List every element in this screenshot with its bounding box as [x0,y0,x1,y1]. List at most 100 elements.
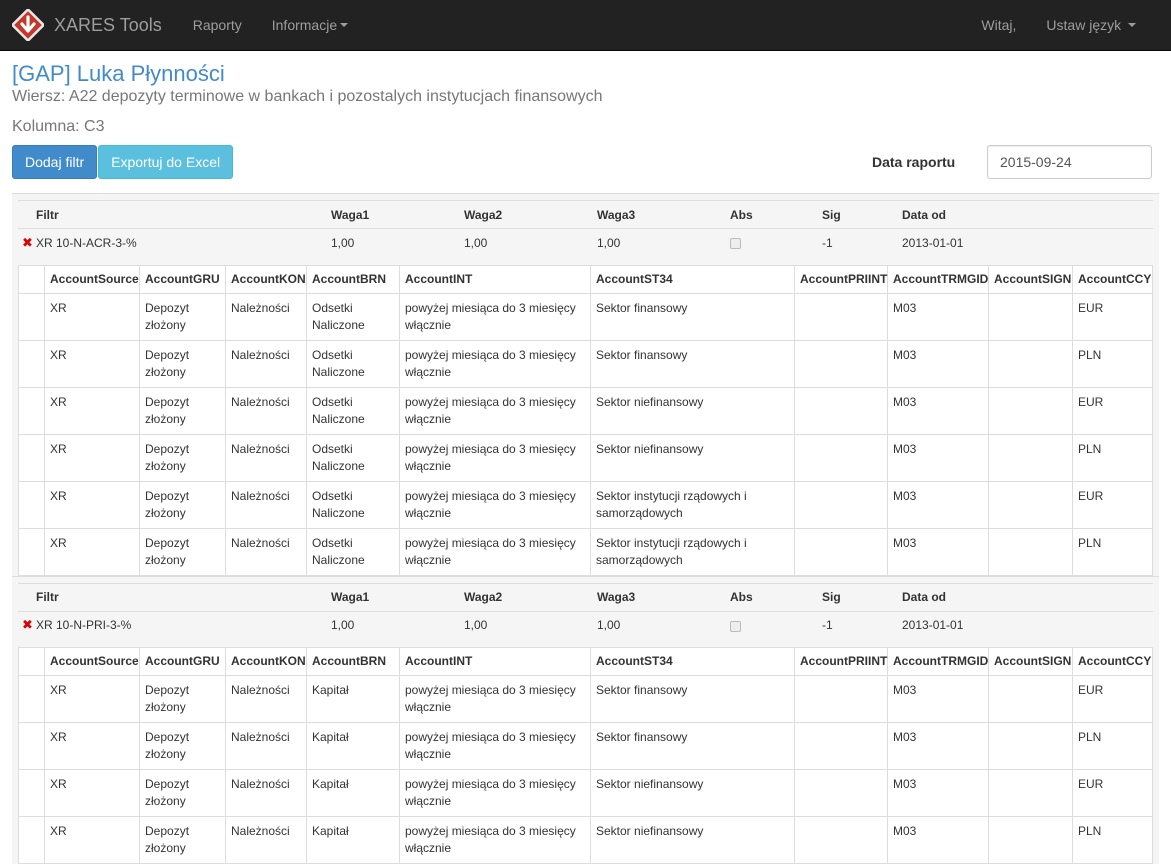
filter-table: FiltrWaga1Waga2Waga3AbsSigData od✖XR 10-… [18,200,1153,257]
table-cell [989,434,1073,481]
table-cell: EUR [1073,387,1153,434]
table-cell: Depozyt złożony [140,770,226,817]
accounts-header: AccountTRMGID [888,648,989,676]
table-cell: XR [45,676,140,723]
table-row: XRDepozyt złożonyNależnościKapitałpowyże… [19,770,1153,817]
filter-waga1: 1,00 [327,229,460,257]
table-cell: Należności [226,340,307,387]
table-cell: Depozyt złożony [140,723,226,770]
table-cell [795,676,888,723]
nav-raporty[interactable]: Raporty [178,0,257,51]
remove-filter-icon[interactable]: ✖ [22,235,33,250]
filter-header: Sig [818,201,898,229]
table-cell: Odsetki Naliczone [307,387,400,434]
accounts-header-spacer [19,265,45,293]
table-cell [989,293,1073,340]
abs-checkbox[interactable] [730,238,741,249]
table-cell: Należności [226,528,307,575]
brand-logo-icon [12,9,44,41]
accounts-header: AccountBRN [307,648,400,676]
table-cell: M03 [888,770,989,817]
table-cell: Sektor instytucji rządowych i samorządow… [591,528,795,575]
table-cell [989,340,1073,387]
table-row: XRDepozyt złożonyNależnościOdsetki Nalic… [19,434,1153,481]
table-cell: Należności [226,770,307,817]
table-cell: powyżej miesiąca do 3 miesięcy włącznie [400,528,591,575]
accounts-header: AccountINT [400,265,591,293]
filter-header: Filtr [32,201,327,229]
nav-language-label: Ustaw język [1046,17,1121,33]
table-cell [989,481,1073,528]
table-cell [989,528,1073,575]
table-cell: Odsetki Naliczone [307,340,400,387]
table-cell [19,434,45,481]
accounts-header: AccountTRMGID [888,265,989,293]
filter-waga2: 1,00 [460,229,593,257]
filter-header: Filtr [32,583,327,611]
table-cell [989,817,1073,864]
brand[interactable]: XARES Tools [12,0,162,51]
filter-header: Abs [726,201,818,229]
caret-down-icon [1128,23,1136,27]
nav-language[interactable]: Ustaw język [1031,0,1151,51]
remove-filter-icon[interactable]: ✖ [22,617,33,632]
table-cell: Sektor finansowy [591,676,795,723]
add-filter-button[interactable]: Dodaj filtr [12,145,97,179]
filter-block: FiltrWaga1Waga2Waga3AbsSigData od✖XR 10-… [12,193,1159,576]
table-cell [19,293,45,340]
filter-row: ✖XR 10-N-ACR-3-%1,001,001,00-12013-01-01 [18,229,1153,257]
row-label: Wiersz: A22 depozyty terminowe w bankach… [12,87,1159,107]
table-cell: M03 [888,481,989,528]
filter-header: Waga2 [460,201,593,229]
table-cell: EUR [1073,293,1153,340]
table-row: XRDepozyt złożonyNależnościOdsetki Nalic… [19,528,1153,575]
table-cell: PLN [1073,817,1153,864]
filter-sig: -1 [818,229,898,257]
table-cell: PLN [1073,340,1153,387]
filter-header: Waga1 [327,583,460,611]
table-cell [795,817,888,864]
accounts-header: AccountCCY [1073,265,1153,293]
filter-header: Data od [898,583,1153,611]
table-cell: Należności [226,817,307,864]
table-cell: Sektor niefinansowy [591,434,795,481]
table-cell: XR [45,481,140,528]
table-cell: powyżej miesiąca do 3 miesięcy włącznie [400,770,591,817]
filter-waga2: 1,00 [460,611,593,639]
table-cell [19,387,45,434]
table-cell [795,340,888,387]
main-container: [GAP] Luka Płynności Wiersz: A22 depozyt… [0,61,1171,864]
table-cell: M03 [888,528,989,575]
table-cell: M03 [888,676,989,723]
table-cell: powyżej miesiąca do 3 miesięcy włącznie [400,817,591,864]
nav-informacje[interactable]: Informacje [257,0,363,51]
export-excel-button[interactable]: Exportuj do Excel [98,145,233,179]
nav-greeting[interactable]: Witaj, [966,0,1031,51]
table-cell: Odsetki Naliczone [307,293,400,340]
table-cell [795,434,888,481]
filter-header-spacer [18,583,32,611]
report-date-input[interactable]: 2015-09-24 [987,145,1152,179]
table-row: XRDepozyt złożonyNależnościOdsetki Nalic… [19,293,1153,340]
table-cell: XR [45,528,140,575]
filter-date: 2013-01-01 [898,229,1153,257]
table-cell [989,723,1073,770]
table-cell: PLN [1073,434,1153,481]
table-cell: Kapitał [307,676,400,723]
table-cell: XR [45,817,140,864]
table-cell: Sektor finansowy [591,340,795,387]
table-cell: M03 [888,293,989,340]
table-cell: Kapitał [307,817,400,864]
table-cell: powyżej miesiąca do 3 miesięcy włącznie [400,293,591,340]
table-row: XRDepozyt złożonyNależnościKapitałpowyże… [19,676,1153,723]
table-cell: powyżej miesiąca do 3 miesięcy włącznie [400,434,591,481]
accounts-table: AccountSourceAccountGRUAccountKONAccount… [18,647,1153,864]
caret-down-icon [340,23,348,27]
table-cell [19,817,45,864]
table-cell: Sektor niefinansowy [591,770,795,817]
table-cell: M03 [888,387,989,434]
table-cell: powyżej miesiąca do 3 miesięcy włącznie [400,676,591,723]
abs-checkbox[interactable] [730,621,741,632]
filter-waga3: 1,00 [593,611,726,639]
table-cell: Kapitał [307,723,400,770]
